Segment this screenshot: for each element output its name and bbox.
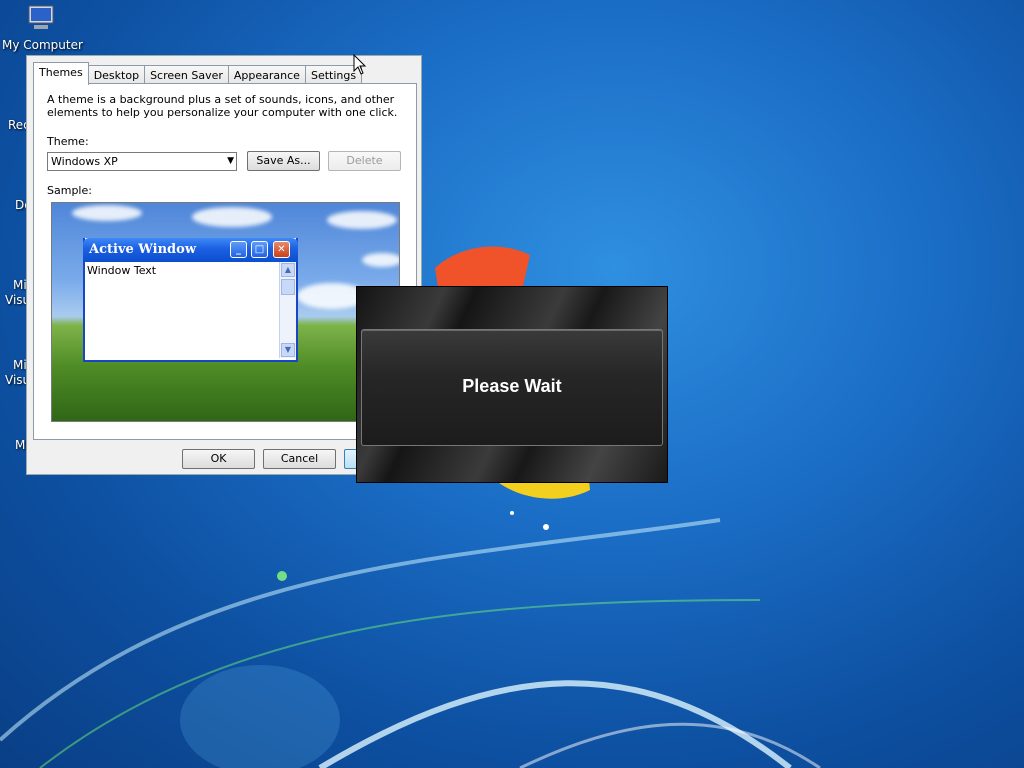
- close-icon: ✕: [273, 241, 290, 258]
- theme-description: A theme is a background plus a set of so…: [47, 93, 398, 119]
- tab-screen-saver[interactable]: Screen Saver: [144, 65, 229, 85]
- delete-button[interactable]: Delete: [328, 151, 401, 171]
- theme-select[interactable]: Windows XP ▼: [47, 152, 237, 171]
- desktop-icon-label: Mi: [13, 278, 27, 292]
- maximize-icon: □: [251, 241, 268, 258]
- please-wait-overlay: Please Wait: [356, 286, 668, 483]
- desktop-icon-m[interactable]: M: [15, 438, 25, 452]
- theme-label: Theme:: [47, 135, 89, 148]
- minimize-icon: _: [230, 241, 247, 258]
- sample-window-title: Active Window _ □ ✕: [83, 238, 298, 262]
- sample-window-scrollbar: ▲ ▼: [279, 262, 296, 358]
- desktop-icon-label: My Computer: [2, 38, 83, 52]
- sample-window-body: Window Text: [87, 264, 157, 277]
- theme-sample-preview: Active Window _ □ ✕ Window Text ▲ ▼: [51, 202, 400, 422]
- desktop-icon-label: M: [15, 438, 26, 452]
- please-wait-panel: Please Wait: [361, 329, 663, 446]
- desktop-icon-my-computer[interactable]: My Computer: [2, 3, 83, 53]
- mouse-pointer-icon: [353, 54, 367, 75]
- sample-window-title-text: Active Window: [89, 242, 197, 257]
- scroll-up-icon: ▲: [281, 263, 295, 277]
- theme-select-value: Windows XP: [51, 155, 118, 168]
- tab-desktop[interactable]: Desktop: [87, 65, 146, 85]
- scroll-down-icon: ▼: [281, 343, 295, 357]
- desktop-icon-label: Mi: [13, 358, 27, 372]
- tab-strip: Themes Desktop Screen Saver Appearance S…: [33, 62, 363, 85]
- chevron-down-icon[interactable]: ▼: [227, 153, 234, 170]
- tab-appearance[interactable]: Appearance: [227, 65, 306, 85]
- scroll-thumb: [281, 279, 295, 295]
- desktop-icon-mi-2[interactable]: Mi: [13, 358, 27, 372]
- desktop-icon-mi-1[interactable]: Mi: [13, 278, 27, 292]
- ok-button[interactable]: OK: [182, 449, 255, 469]
- save-as-button[interactable]: Save As...: [247, 151, 320, 171]
- tab-themes[interactable]: Themes: [33, 62, 89, 85]
- cancel-button[interactable]: Cancel: [263, 449, 336, 469]
- sample-label: Sample:: [47, 184, 92, 197]
- computer-icon: [28, 5, 54, 29]
- please-wait-message: Please Wait: [462, 376, 562, 396]
- sample-active-window: Active Window _ □ ✕ Window Text ▲ ▼: [83, 238, 298, 362]
